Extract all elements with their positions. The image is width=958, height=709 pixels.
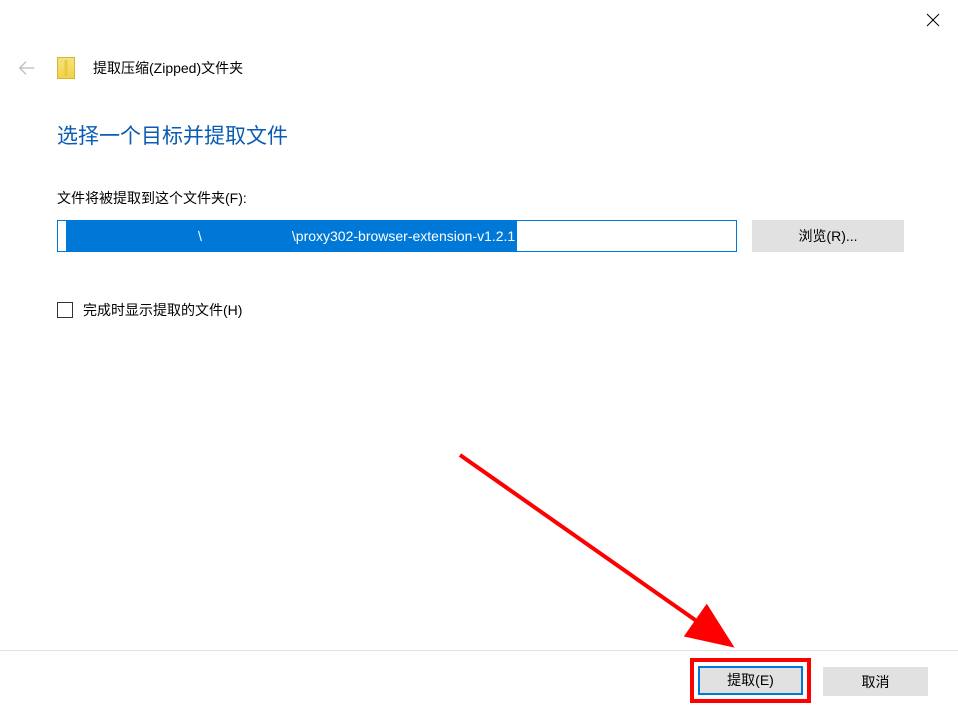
show-files-checkbox[interactable] — [57, 302, 73, 318]
back-button — [15, 56, 39, 80]
extract-button-highlight: 提取(E) — [690, 658, 811, 703]
close-icon — [926, 13, 940, 27]
redacted-path-segment — [202, 221, 292, 251]
redacted-path-segment — [68, 221, 198, 251]
close-button[interactable] — [908, 0, 958, 40]
back-arrow-icon — [16, 57, 38, 79]
path-label: 文件将被提取到这个文件夹(F): — [57, 188, 923, 208]
cancel-button[interactable]: 取消 — [823, 667, 928, 696]
zip-folder-icon — [57, 57, 75, 79]
browse-button[interactable]: 浏览(R)... — [752, 220, 904, 252]
window-title: 提取压缩(Zipped)文件夹 — [93, 58, 243, 78]
checkbox-label: 完成时显示提取的文件(H) — [83, 300, 242, 320]
path-value-text: \proxy302-browser-extension-v1.2.1 — [292, 228, 515, 244]
extract-button[interactable]: 提取(E) — [698, 666, 803, 695]
page-heading: 选择一个目标并提取文件 — [57, 120, 923, 150]
annotation-arrow — [450, 445, 770, 675]
extract-path-input[interactable]: \ \proxy302-browser-extension-v1.2.1 — [57, 220, 737, 252]
